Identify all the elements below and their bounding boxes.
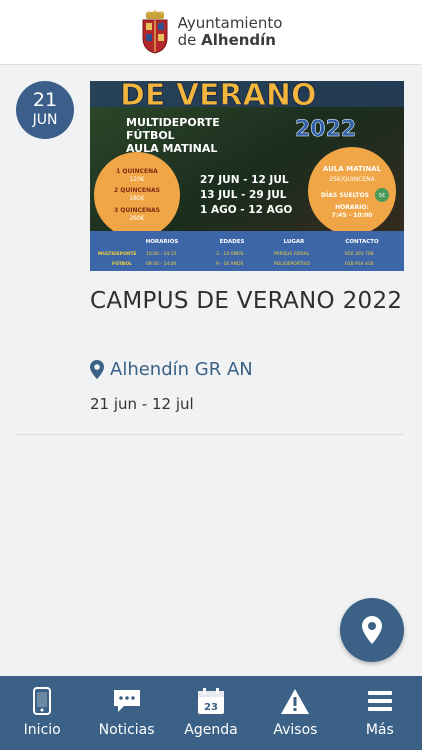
svg-text:7:45 - 10:00: 7:45 - 10:00: [332, 212, 373, 219]
svg-text:AULA MATINAL: AULA MATINAL: [323, 165, 382, 173]
nav-item-avisos[interactable]: Avisos: [253, 676, 337, 750]
svg-text:EDADES: EDADES: [220, 239, 245, 245]
svg-text:650 301 708: 650 301 708: [345, 251, 374, 257]
svg-text:LUGAR: LUGAR: [284, 239, 306, 245]
svg-text:MULTIDEPORTE: MULTIDEPORTE: [98, 251, 136, 257]
chat-icon: [113, 690, 140, 712]
brand[interactable]: Ayuntamiento de Alhendín: [140, 10, 283, 54]
phone-icon: [33, 687, 52, 715]
svg-text:180€: 180€: [129, 195, 144, 202]
svg-text:09:30 - 14:00: 09:30 - 14:00: [146, 261, 177, 267]
poster-line-2: FÚTBOL: [126, 129, 175, 142]
svg-text:2 QUINCENAS: 2 QUINCENAS: [114, 187, 160, 194]
svg-text:POLIDEPORTIVO: POLIDEPORTIVO: [274, 261, 311, 267]
nav-label-avisos: Avisos: [273, 722, 318, 738]
svg-text:120€: 120€: [129, 176, 144, 183]
nav-label-agenda: Agenda: [184, 722, 238, 738]
svg-text:HORARIO:: HORARIO:: [335, 204, 369, 211]
svg-text:1 QUINCENA: 1 QUINCENA: [116, 168, 158, 175]
menu-icon: [367, 691, 392, 711]
event-dates: 21 jun - 12 jul: [90, 395, 194, 413]
poster-line-1: MULTIDEPORTE: [126, 116, 220, 129]
svg-text:1 AGO - 12 AGO: 1 AGO - 12 AGO: [200, 204, 292, 216]
event-poster-image[interactable]: DE VERANO MULTIDEPORTE FÚTBOL AULA MATIN…: [90, 81, 404, 271]
svg-text:618 934 418: 618 934 418: [345, 261, 374, 267]
location-pin-icon: [90, 360, 104, 379]
location-pin-icon: [362, 616, 382, 644]
poster-year: 2022: [295, 117, 356, 142]
svg-text:DÍAS SUELTOS: DÍAS SUELTOS: [321, 191, 369, 199]
svg-text:13 JUL - 29 JUL: 13 JUL - 29 JUL: [200, 189, 287, 201]
nav-item-noticias[interactable]: Noticias: [84, 676, 168, 750]
date-month: JUN: [32, 112, 58, 128]
svg-text:5€: 5€: [379, 193, 385, 199]
warning-icon: [281, 688, 310, 714]
svg-text:HORARIOS: HORARIOS: [146, 239, 179, 245]
map-button[interactable]: [340, 598, 404, 662]
svg-text:260€: 260€: [129, 215, 144, 222]
nav-label-inicio: Inicio: [23, 722, 61, 738]
svg-text:PARQUE FERIAL: PARQUE FERIAL: [274, 251, 310, 257]
bottom-nav: Inicio Noticias 23 Agenda Avisos Más: [0, 676, 422, 750]
calendar-icon: 23: [198, 688, 225, 714]
nav-item-inicio[interactable]: Inicio: [0, 676, 84, 750]
poster-heading: DE VERANO: [120, 81, 316, 113]
svg-text:25€/QUINCENA: 25€/QUINCENA: [329, 176, 375, 183]
event-card[interactable]: 21 JUN DE VERANO MULTIDEPORTE FÚTBOL AUL…: [16, 64, 404, 435]
svg-text:27 JUN - 12 JUL: 27 JUN - 12 JUL: [200, 174, 289, 186]
brand-line1: Ayuntamiento: [177, 13, 283, 32]
date-day: 21: [32, 89, 58, 111]
svg-text:3 QUINCENAS: 3 QUINCENAS: [114, 207, 160, 214]
brand-line2: de Alhendín: [177, 31, 276, 49]
nav-item-agenda[interactable]: 23 Agenda: [169, 676, 253, 750]
coat-of-arms-logo: [142, 10, 168, 54]
date-badge: 21 JUN: [16, 81, 74, 139]
event-location-text: Alhendín GR AN: [110, 359, 253, 380]
app-header: Ayuntamiento de Alhendín: [0, 0, 422, 65]
svg-text:FÚTBOL: FÚTBOL: [112, 260, 132, 267]
nav-label-noticias: Noticias: [98, 722, 155, 738]
svg-text:3 - 14 AÑOS: 3 - 14 AÑOS: [216, 250, 243, 257]
event-location[interactable]: Alhendín GR AN: [90, 359, 253, 380]
nav-item-mas[interactable]: Más: [338, 676, 422, 750]
nav-label-mas: Más: [365, 722, 394, 738]
svg-text:23: 23: [204, 702, 218, 713]
svg-text:9 - 16 AÑOS: 9 - 16 AÑOS: [216, 260, 243, 267]
svg-text:CONTACTO: CONTACTO: [345, 239, 379, 245]
svg-text:10:00 - 14:15: 10:00 - 14:15: [146, 251, 177, 257]
event-title[interactable]: CAMPUS DE VERANO 2022: [90, 286, 404, 317]
